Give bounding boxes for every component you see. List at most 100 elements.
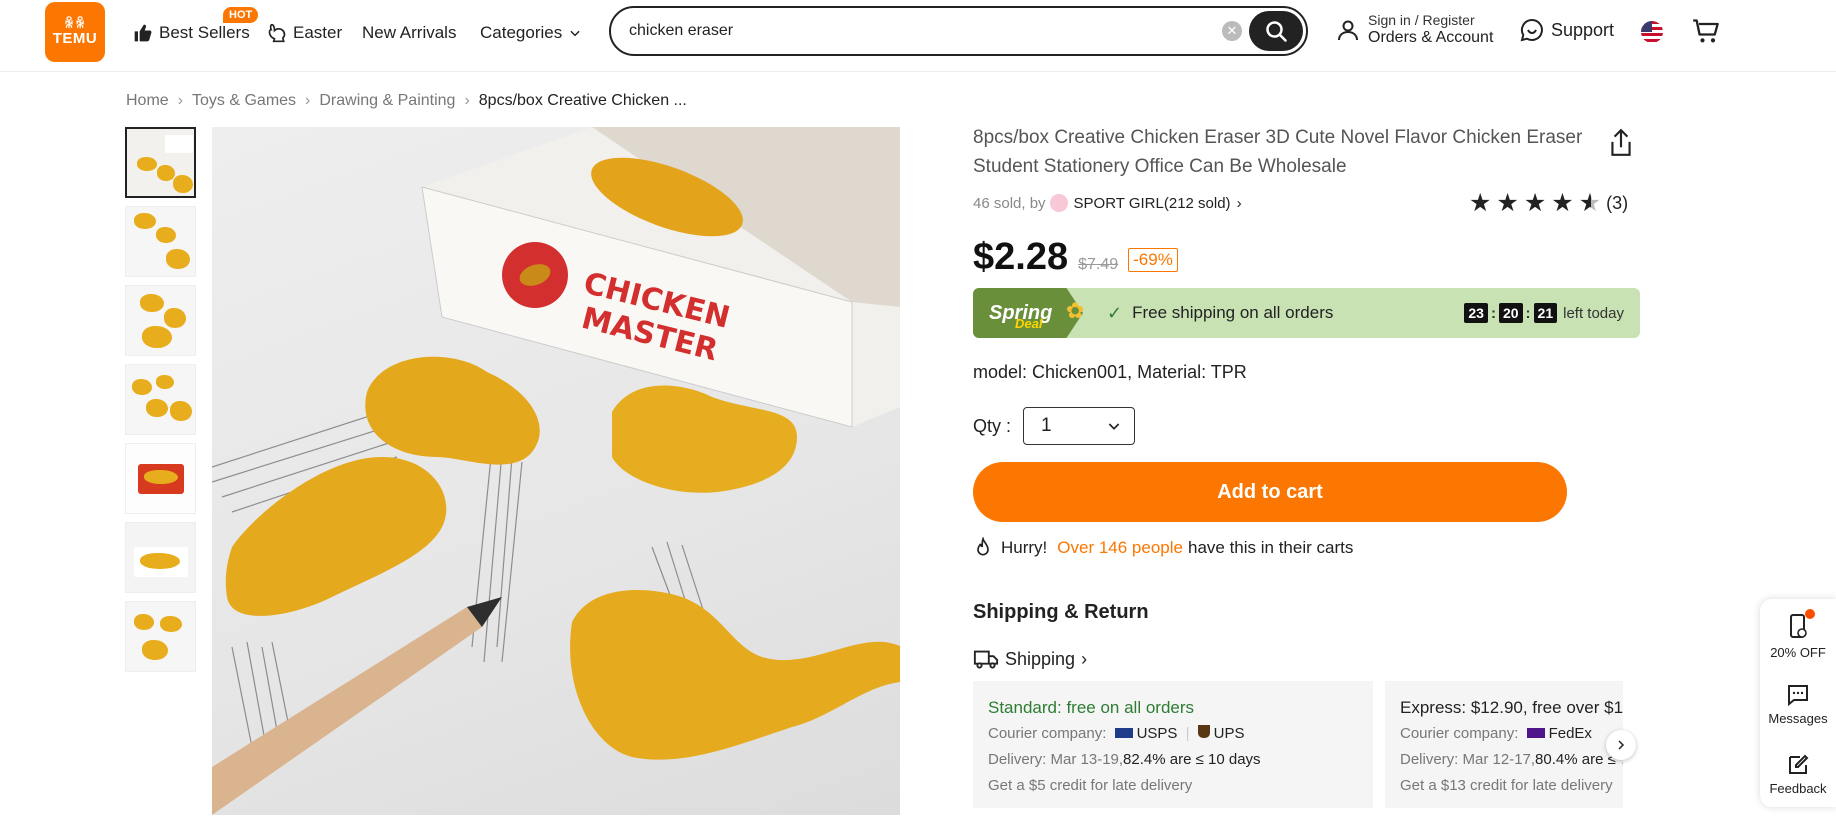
star-full-icon: ★ (1469, 189, 1492, 217)
temu-logo[interactable]: ꆜꆜ TEMU (45, 2, 105, 62)
breadcrumb-home[interactable]: Home (126, 92, 169, 110)
qty-label: Qty : (973, 416, 1012, 436)
sold-by-row: 46 sold, by SPORT GIRL(212 sold) › (973, 194, 1242, 212)
star-full-icon: ★ (1523, 189, 1547, 217)
cart-button[interactable] (1692, 17, 1720, 50)
thumbnail-strip (125, 127, 196, 680)
express-courier-row: Courier company: FedEx (1400, 721, 1608, 747)
star-full-icon: ★ (1551, 189, 1574, 217)
user-icon (1338, 20, 1358, 41)
add-to-cart-button[interactable]: Add to cart (973, 462, 1567, 522)
express-shipping-card[interactable]: Express: $12.90, free over $129 Courier … (1385, 681, 1623, 808)
widget-offer[interactable]: 20% OFF (1760, 613, 1836, 660)
hurry-suffix: have this in their carts (1187, 538, 1354, 557)
shipping-next-button[interactable] (1606, 730, 1636, 760)
breadcrumb-drawing-painting[interactable]: Drawing & Painting (319, 92, 455, 110)
quantity-value: 1 (1041, 415, 1052, 436)
bunny-icon (268, 23, 286, 43)
timer-minutes: 20 (1498, 303, 1523, 323)
product-title: 8pcs/box Creative Chicken Eraser 3D Cute… (973, 127, 1583, 177)
shipping-return-heading: Shipping & Return (973, 601, 1149, 623)
standard-courier-row: Courier company: USPS | UPS (988, 725, 1245, 742)
flame-icon (977, 537, 989, 556)
us-flag-icon[interactable] (1641, 21, 1663, 43)
orders-account-label: Orders & Account (1368, 29, 1494, 46)
chevron-down-icon (1108, 423, 1120, 430)
breadcrumb-current: 8pcs/box Creative Chicken ... (478, 92, 687, 109)
thumbnail-3[interactable] (125, 285, 196, 356)
checkmark-icon: ✓ (1107, 302, 1123, 323)
courier-label: Courier company: (1400, 725, 1519, 742)
search-button[interactable] (1249, 11, 1303, 51)
standard-delivery-stat: 82.4% are ≤ 10 days (1123, 751, 1261, 768)
quantity-select[interactable]: 1 (1023, 407, 1135, 445)
shipping-label: Shipping (1005, 648, 1076, 669)
nav-best-sellers-label: Best Sellers (159, 23, 250, 42)
hot-badge: HOT (223, 7, 259, 23)
widget-feedback[interactable]: Feedback (1760, 753, 1836, 796)
express-delivery-label: Delivery: Mar 12-17, (1400, 751, 1536, 768)
courier-label: Courier company: (988, 725, 1107, 742)
thumbnail-7[interactable] (125, 601, 196, 672)
support-chat-icon (1520, 18, 1543, 42)
widget-offer-label: 20% OFF (1770, 645, 1826, 660)
store-link[interactable]: SPORT GIRL(212 sold) (1074, 195, 1231, 212)
sold-count: 46 sold, by (973, 194, 1046, 212)
shipping-link[interactable]: Shipping › (973, 648, 1087, 670)
deal-label: Deal (1015, 316, 1043, 331)
thumbnail-1[interactable] (125, 127, 196, 198)
breadcrumb-toys-games[interactable]: Toys & Games (192, 92, 296, 110)
chevron-right-icon: › (1081, 648, 1088, 669)
countdown-timer: 23 : 20 : 21 left today (1464, 303, 1624, 323)
rating-summary[interactable]: ★ ★ ★ ★ ★ (3) (1469, 190, 1628, 216)
nav-new-arrivals[interactable]: New Arrivals (362, 16, 456, 50)
search-bar: ✕ (609, 6, 1308, 56)
original-price: $7.49 (1078, 256, 1119, 273)
thumbnail-4[interactable] (125, 364, 196, 435)
standard-delivery-row: Delivery: Mar 13-19,82.4% are ≤ 10 days (988, 747, 1358, 773)
support-link[interactable]: Support (1520, 18, 1614, 42)
notification-dot (1805, 609, 1815, 619)
chevron-right-icon: › (464, 92, 470, 109)
flower-icon: ✿ (1066, 298, 1085, 323)
cart-icon (1693, 19, 1719, 43)
fedex-logo-icon (1526, 728, 1545, 738)
widget-feedback-label: Feedback (1769, 781, 1827, 796)
chevron-right-icon: › (1236, 194, 1242, 212)
star-full-icon: ★ (1496, 189, 1519, 217)
widget-messages[interactable]: Messages (1760, 683, 1836, 726)
nav-categories-label: Categories (480, 23, 563, 42)
current-price: $2.28 (973, 236, 1069, 278)
express-delivery-row: Delivery: Mar 12-17,80.4% are ≤ 7 days (1400, 747, 1623, 773)
truck-icon (973, 650, 999, 669)
standard-shipping-card[interactable]: Standard: free on all orders Courier com… (973, 681, 1373, 808)
express-credit: Get a $13 credit for late delivery (1400, 777, 1613, 794)
timer-hours: 23 (1464, 303, 1488, 323)
hurry-prefix: Hurry! (1001, 538, 1048, 557)
thumbnail-6[interactable] (125, 522, 196, 593)
courier-fedex: FedEx (1548, 725, 1592, 742)
price-row: $2.28 $7.49 -69% (973, 236, 1178, 279)
main-product-image[interactable]: CHICKEN MASTER (212, 127, 900, 815)
hurry-notice: Hurry! Over 146 people have this in thei… (973, 537, 1353, 559)
search-input[interactable] (629, 22, 1209, 40)
account-menu[interactable]: Sign in / Register Orders & Account (1336, 12, 1493, 48)
courier-ups: UPS (1213, 725, 1245, 742)
thumbnail-5[interactable] (125, 443, 196, 514)
share-icon (1611, 128, 1631, 156)
feedback-edit-icon (1789, 754, 1809, 774)
chevron-right-icon (1618, 740, 1625, 750)
thumbnail-2[interactable] (125, 206, 196, 277)
ups-logo-icon (1197, 725, 1210, 738)
chevron-down-icon (570, 30, 580, 37)
discount-badge: -69% (1128, 248, 1178, 272)
nav-categories[interactable]: Categories (480, 16, 588, 50)
breadcrumb: Home › Toys & Games › Drawing & Painting… (126, 92, 687, 110)
hurry-people: Over 146 people (1057, 538, 1183, 557)
review-count: (3) (1606, 192, 1629, 213)
clear-search-icon[interactable]: ✕ (1222, 21, 1242, 41)
courier-usps: USPS (1136, 725, 1178, 742)
share-button[interactable] (1608, 128, 1634, 163)
nav-easter-label: Easter (293, 23, 343, 42)
nav-easter[interactable]: Easter (267, 16, 342, 50)
